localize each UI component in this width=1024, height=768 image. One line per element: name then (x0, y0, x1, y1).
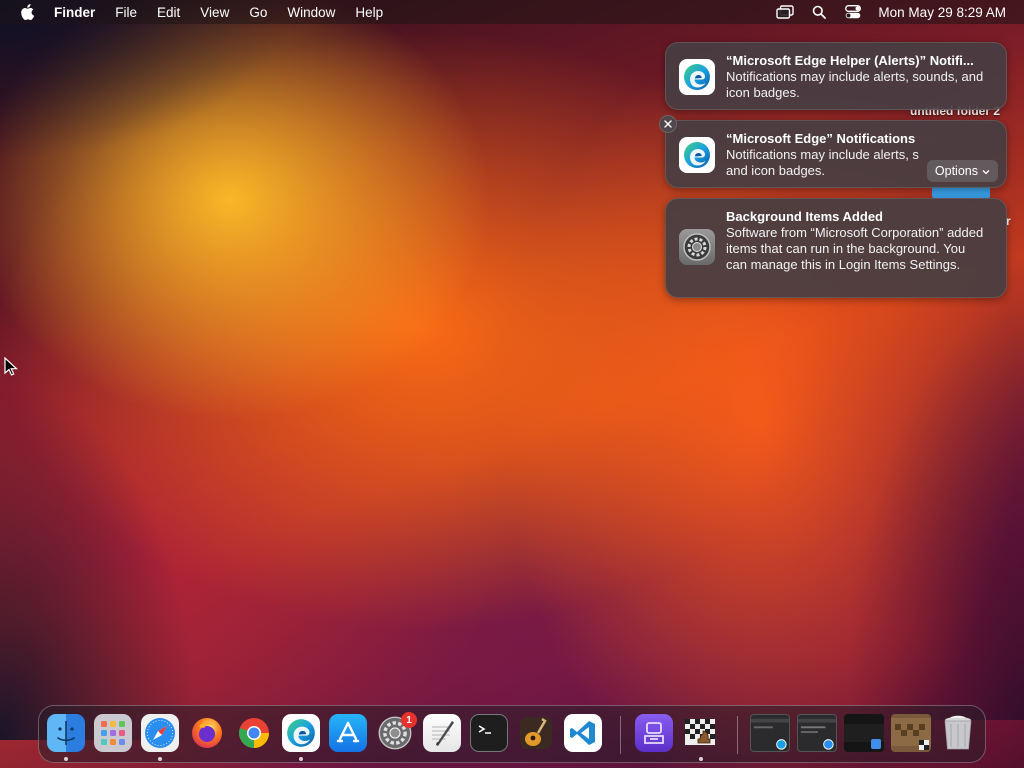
notification-edge-helper[interactable]: “Microsoft Edge Helper (Alerts)” Notifi.… (665, 42, 1007, 110)
notification-body: Notifications may include alerts, s and … (726, 147, 926, 179)
dock: 1 (38, 705, 986, 763)
minimized-edge-window-icon (751, 718, 789, 750)
safari-icon (145, 718, 175, 748)
notification-body: Notifications may include alerts, sounds… (726, 69, 984, 100)
dock-app-archive[interactable] (635, 714, 673, 752)
notification-title: Background Items Added (726, 209, 883, 224)
wallpaper-shadow (844, 300, 1024, 720)
notification-badge: 1 (401, 712, 417, 728)
app-store-icon (336, 721, 360, 743)
dock-app-safari[interactable] (141, 714, 179, 752)
finder-icon (57, 721, 75, 745)
running-indicator (299, 757, 303, 761)
menu-bar-clock[interactable]: Mon May 29 8:29 AM (878, 5, 1006, 20)
edge-icon (287, 719, 315, 747)
launchpad-icon (101, 721, 125, 745)
dock-trash[interactable] (939, 714, 977, 752)
menu-app-finder[interactable]: Finder (54, 5, 95, 20)
mouse-cursor-icon (4, 356, 19, 377)
apple-logo-icon[interactable] (18, 3, 36, 21)
running-indicator (64, 757, 68, 761)
close-icon (664, 120, 672, 128)
menu-file[interactable]: File (115, 5, 137, 20)
dock-app-edge[interactable] (282, 714, 320, 752)
dock-app-chrome[interactable] (235, 714, 273, 752)
dock-app-app-store[interactable] (329, 714, 367, 752)
dock-app-terminal[interactable] (470, 714, 508, 752)
terminal-icon (478, 725, 491, 734)
control-center-icon[interactable] (842, 0, 864, 24)
screen-mirroring-icon[interactable] (774, 0, 796, 24)
dock-separator (620, 716, 621, 754)
microsoft-edge-icon (679, 137, 715, 173)
microsoft-edge-icon (679, 59, 715, 95)
dock-app-chess[interactable] (682, 714, 720, 752)
dock-app-launchpad[interactable] (94, 714, 132, 752)
trash-icon (944, 715, 972, 750)
dock-app-textedit[interactable] (423, 714, 461, 752)
notification-background-items[interactable]: Background Items Added Software from “Mi… (665, 198, 1007, 298)
running-indicator (158, 757, 162, 761)
garageband-icon (520, 717, 552, 749)
menu-bar: Finder File Edit View Go Window Help Mon… (0, 0, 1024, 24)
menu-window[interactable]: Window (287, 5, 335, 20)
options-label: Options (934, 164, 978, 178)
notification-title: “Microsoft Edge Helper (Alerts)” Notifi.… (726, 53, 974, 68)
notification-body-line: Notifications may include alerts, s (726, 147, 919, 162)
vscode-icon (570, 721, 595, 745)
chess-icon (685, 719, 715, 745)
dock-app-finder[interactable] (47, 714, 85, 752)
wallpaper-shadow (0, 380, 200, 740)
dock-minimized-window[interactable] (844, 714, 884, 752)
minimized-safari-window-icon (798, 718, 836, 750)
minimized-chess-window-icon (891, 718, 931, 750)
dock-minimized-window[interactable] (891, 714, 931, 752)
spotlight-search-icon[interactable] (808, 0, 830, 24)
notification-body: Software from “Microsoft Corporation” ad… (726, 225, 984, 272)
minimized-finder-window-icon (844, 724, 884, 749)
firefox-icon (192, 718, 222, 748)
dock-minimized-window[interactable] (750, 714, 790, 752)
notification-options-button[interactable]: Options (926, 160, 998, 182)
dock-separator (737, 716, 738, 754)
chrome-icon (239, 718, 269, 748)
dock-app-vscode[interactable] (564, 714, 602, 752)
notification-title: “Microsoft Edge” Notifications (726, 131, 916, 146)
menu-view[interactable]: View (200, 5, 229, 20)
chevron-down-icon (982, 164, 990, 178)
dock-app-garageband[interactable] (517, 714, 555, 752)
dock-app-firefox[interactable] (188, 714, 226, 752)
menu-go[interactable]: Go (249, 5, 267, 20)
dock-app-system-settings[interactable]: 1 (376, 712, 417, 752)
dock-minimized-window[interactable] (797, 714, 837, 752)
notification-close-button[interactable] (659, 115, 677, 133)
archive-utility-icon (644, 722, 664, 744)
system-settings-gear-icon (679, 229, 715, 265)
notification-edge[interactable]: “Microsoft Edge” Notifications Notificat… (665, 120, 1007, 188)
menu-help[interactable]: Help (355, 5, 383, 20)
notification-body-line: and icon badges. (726, 163, 826, 178)
wallpaper-shadow (0, 0, 300, 160)
running-indicator (699, 757, 703, 761)
textedit-icon (432, 721, 454, 746)
menu-edit[interactable]: Edit (157, 5, 180, 20)
